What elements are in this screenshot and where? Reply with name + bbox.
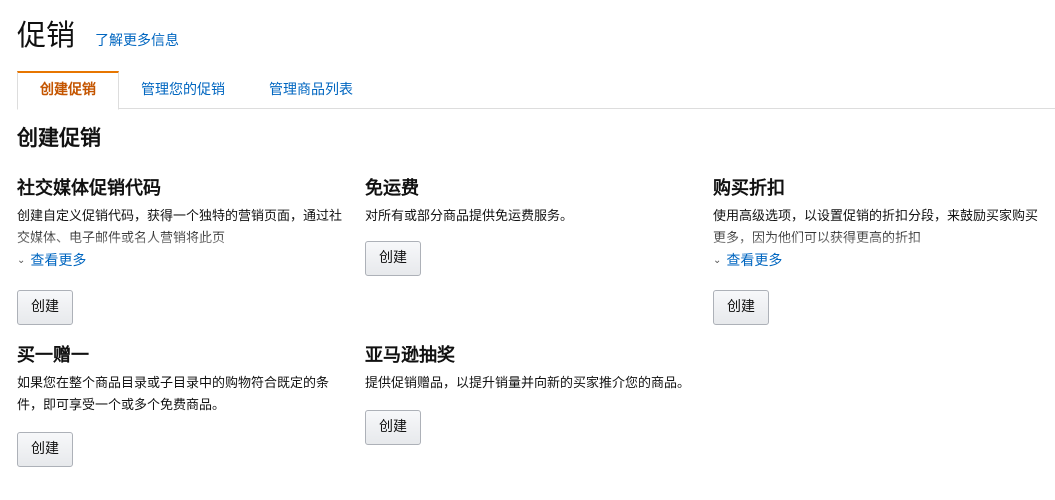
see-more-link[interactable]: ⌄ 查看更多 <box>713 250 1043 270</box>
card-description: 对所有或部分商品提供免运费服务。 <box>365 209 574 224</box>
card-description: 创建自定义促销代码，获得一个独特的营销页面，通过社交媒体、电子邮件或名人营销将此… <box>17 209 343 246</box>
chevron-down-icon: ⌄ <box>17 254 26 266</box>
see-more-link[interactable]: ⌄ 查看更多 <box>17 250 347 270</box>
card-description: 如果您在整个商品目录或子目录中的购物符合既定的条件，即可享受一个或多个免费商品。 <box>17 376 330 413</box>
card-social-media-promo: 社交媒体促销代码 创建自定义促销代码，获得一个独特的营销页面，通过社交媒体、电子… <box>17 174 347 325</box>
card-title: 免运费 <box>365 178 419 199</box>
card-title: 社交媒体促销代码 <box>17 178 161 199</box>
learn-more-link[interactable]: 了解更多信息 <box>95 30 179 50</box>
page-header: 促销 了解更多信息 <box>17 12 179 54</box>
tab-manage-promotions[interactable]: 管理您的促销 <box>119 71 247 108</box>
card-title: 购买折扣 <box>713 178 785 199</box>
card-free-shipping: 免运费 对所有或部分商品提供免运费服务。 创建 <box>365 174 695 276</box>
create-button[interactable]: 创建 <box>17 432 73 467</box>
see-more-label: 查看更多 <box>726 253 783 269</box>
create-button[interactable]: 创建 <box>17 290 73 325</box>
card-purchase-discount: 购买折扣 使用高级选项，以设置促销的折扣分段，来鼓励买家购买更多，因为他们可以获… <box>713 174 1043 325</box>
tab-bar: 创建促销 管理您的促销 管理商品列表 <box>17 71 1055 110</box>
card-buy-one-get-one: 买一赠一 如果您在整个商品目录或子目录中的购物符合既定的条件，即可享受一个或多个… <box>17 341 347 467</box>
chevron-down-icon: ⌄ <box>713 254 722 266</box>
page-title: 促销 <box>17 18 76 52</box>
card-title: 买一赠一 <box>17 345 89 366</box>
section-title: 创建促销 <box>17 126 101 150</box>
see-more-label: 查看更多 <box>30 253 87 269</box>
card-description: 提供促销赠品，以提升销量并向新的买家推介您的商品。 <box>365 376 691 391</box>
card-title: 亚马逊抽奖 <box>365 345 455 366</box>
tab-manage-product-lists[interactable]: 管理商品列表 <box>247 71 375 108</box>
create-button[interactable]: 创建 <box>365 410 421 445</box>
tab-create-promotion[interactable]: 创建促销 <box>17 71 119 110</box>
card-description: 使用高级选项，以设置促销的折扣分段，来鼓励买家购买更多，因为他们可以获得更高的折… <box>713 209 1039 246</box>
create-button[interactable]: 创建 <box>713 290 769 325</box>
create-button[interactable]: 创建 <box>365 241 421 276</box>
card-amazon-giveaway: 亚马逊抽奖 提供促销赠品，以提升销量并向新的买家推介您的商品。 创建 <box>365 341 695 445</box>
